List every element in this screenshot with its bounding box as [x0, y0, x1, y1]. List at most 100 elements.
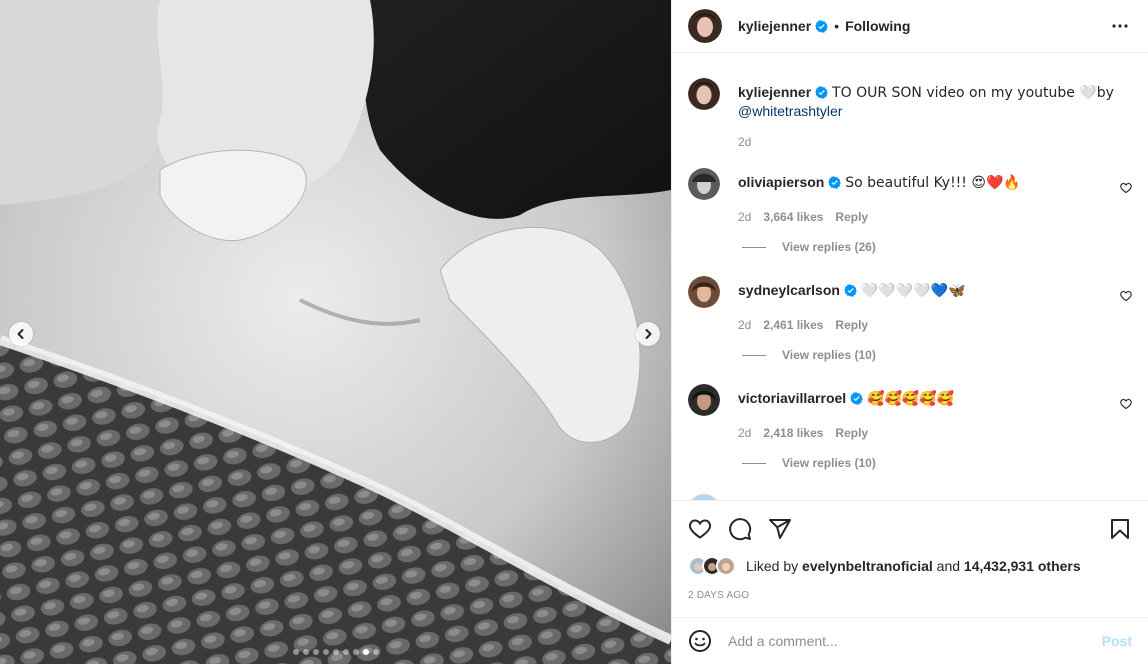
comment-time[interactable]: 2d [738, 208, 751, 226]
verified-badge-icon [828, 176, 842, 189]
comment-item: victoriavillarroel 🥰🥰🥰🥰🥰 2d 2,418 likes … [688, 384, 1132, 442]
comment-button[interactable] [728, 517, 752, 541]
comment-username[interactable]: victoriavillarroel [738, 390, 846, 406]
comment-reply-button[interactable]: Reply [835, 424, 868, 442]
liked-by-and: and [936, 558, 961, 574]
bookmark-icon [1111, 519, 1129, 539]
post-sidebar: kyliejenner • Following kyliejenner TO O… [671, 0, 1148, 664]
caption-text-block: kyliejenner TO OUR SON video on my youtu… [738, 78, 1132, 151]
comment-reply-button[interactable]: Reply [835, 316, 868, 334]
comment-text: 🤍🤍🤍🤍💙🦋 [860, 283, 966, 299]
comment-like-heart-icon[interactable] [1120, 182, 1132, 194]
view-replies-button[interactable]: View replies (26) [742, 240, 876, 254]
header-separator: • [834, 18, 840, 34]
comment-item: sydneylcarlson 🤍🤍🤍🤍💙🦋 2d 2,461 likes Rep… [688, 276, 1132, 334]
commenter-avatar[interactable] [688, 276, 720, 308]
next-slide-button[interactable] [636, 322, 660, 346]
comment-item: oliviapierson So beautiful Ky!!! 😍❤️🔥 2d… [688, 168, 1132, 226]
caption-time[interactable]: 2d [738, 133, 751, 151]
carousel-dot [352, 649, 359, 655]
view-replies-button[interactable]: View replies (10) [742, 456, 876, 470]
carousel-dot [302, 649, 309, 655]
heart-icon [688, 519, 712, 539]
post-photo [0, 0, 671, 664]
comment-text: 🥰🥰🥰🥰🥰 [867, 391, 955, 407]
comment-meta: 2d 2,418 likes Reply [738, 424, 1132, 442]
verified-badge-icon [815, 19, 828, 33]
likes-count-link[interactable]: 14,432,931 others [964, 558, 1081, 574]
comments-list[interactable]: kyliejenner TO OUR SON video on my youtu… [672, 54, 1148, 501]
comment-body: victoriavillarroel 🥰🥰🥰🥰🥰 2d 2,418 likes … [738, 384, 1132, 442]
chevron-right-icon [645, 329, 652, 339]
verified-badge-icon [844, 284, 857, 297]
comment-reply-button[interactable]: Reply [835, 208, 868, 226]
comment-input[interactable] [728, 633, 1102, 649]
caption-mention-link[interactable]: @whitetrashtyler [738, 103, 842, 119]
liker-avatar [716, 556, 736, 576]
comment-username[interactable]: sydneylcarlson [738, 282, 840, 298]
carousel-dot [362, 649, 369, 655]
comment-time[interactable]: 2d [738, 424, 751, 442]
view-replies-label: View replies (10) [782, 348, 876, 362]
commenter-avatar[interactable] [688, 494, 720, 500]
commenter-avatar[interactable] [688, 384, 720, 416]
post-timestamp[interactable]: 2 DAYS AGO [688, 590, 749, 601]
liker-avatars[interactable] [688, 556, 736, 576]
emoji-picker-button[interactable] [688, 629, 712, 653]
caption-username[interactable]: kyliejenner [738, 84, 811, 100]
comment-time[interactable]: 2d [738, 316, 751, 334]
carousel-dot [372, 649, 379, 655]
divider-line [742, 462, 766, 464]
carousel-dot [332, 649, 339, 655]
comment-likes-count[interactable]: 3,664 likes [763, 208, 823, 226]
comment-likes-count[interactable]: 2,418 likes [763, 424, 823, 442]
comment-like-heart-icon[interactable] [1120, 290, 1132, 302]
author-username[interactable]: kyliejenner [738, 18, 811, 34]
likes-summary: Liked by evelynbeltranoficial and 14,432… [688, 556, 1081, 576]
share-button[interactable] [768, 517, 792, 541]
caption-text: TO OUR SON video on my youtube 🤍by [832, 85, 1114, 101]
carousel-dot [322, 649, 329, 655]
carousel-dot [292, 649, 299, 655]
save-button[interactable] [1108, 517, 1132, 541]
liked-by-user-link[interactable]: evelynbeltranoficial [802, 558, 933, 574]
carousel-dot [312, 649, 319, 655]
divider-line [742, 354, 766, 356]
post-actions [688, 513, 1132, 545]
smiley-icon [689, 630, 711, 652]
caption-meta: 2d [738, 133, 1132, 151]
view-replies-button[interactable]: View replies (10) [742, 348, 876, 362]
post-comment-button[interactable]: Post [1102, 633, 1132, 649]
more-horizontal-icon [1112, 24, 1128, 28]
paper-plane-icon [769, 519, 791, 539]
post-header: kyliejenner • Following [672, 0, 1148, 53]
caption: kyliejenner TO OUR SON video on my youtu… [688, 78, 1132, 151]
comment-username[interactable]: oliviapierson [738, 174, 824, 190]
liked-by-prefix: Liked by [746, 558, 799, 574]
previous-slide-button[interactable] [9, 322, 33, 346]
post-media[interactable] [0, 0, 671, 664]
comment-meta: 2d 3,664 likes Reply [738, 208, 1132, 226]
comment-text: So beautiful Ky!!! 😍❤️🔥 [845, 175, 1021, 191]
view-replies-label: View replies (10) [782, 456, 876, 470]
instagram-post: kyliejenner • Following kyliejenner TO O… [0, 0, 1148, 664]
comment-body: oliviapierson So beautiful Ky!!! 😍❤️🔥 2d… [738, 168, 1132, 226]
author-avatar[interactable] [688, 9, 722, 43]
more-options-button[interactable] [1108, 14, 1132, 38]
following-button[interactable]: Following [845, 18, 910, 34]
verified-badge-icon [850, 392, 863, 405]
caption-avatar[interactable] [688, 78, 720, 110]
divider-line [742, 246, 766, 248]
comment-like-heart-icon[interactable] [1120, 398, 1132, 410]
carousel-indicator [0, 649, 671, 655]
comment-meta: 2d 2,461 likes Reply [738, 316, 1132, 334]
add-comment-bar: Post [672, 617, 1148, 664]
commenter-avatar[interactable] [688, 168, 720, 200]
verified-badge-icon [815, 86, 828, 99]
chevron-left-icon [17, 329, 24, 339]
comment-body: sydneylcarlson 🤍🤍🤍🤍💙🦋 2d 2,461 likes Rep… [738, 276, 1132, 334]
carousel-dot [342, 649, 349, 655]
comment-bubble-icon [729, 518, 752, 541]
comment-likes-count[interactable]: 2,461 likes [763, 316, 823, 334]
like-button[interactable] [688, 517, 712, 541]
